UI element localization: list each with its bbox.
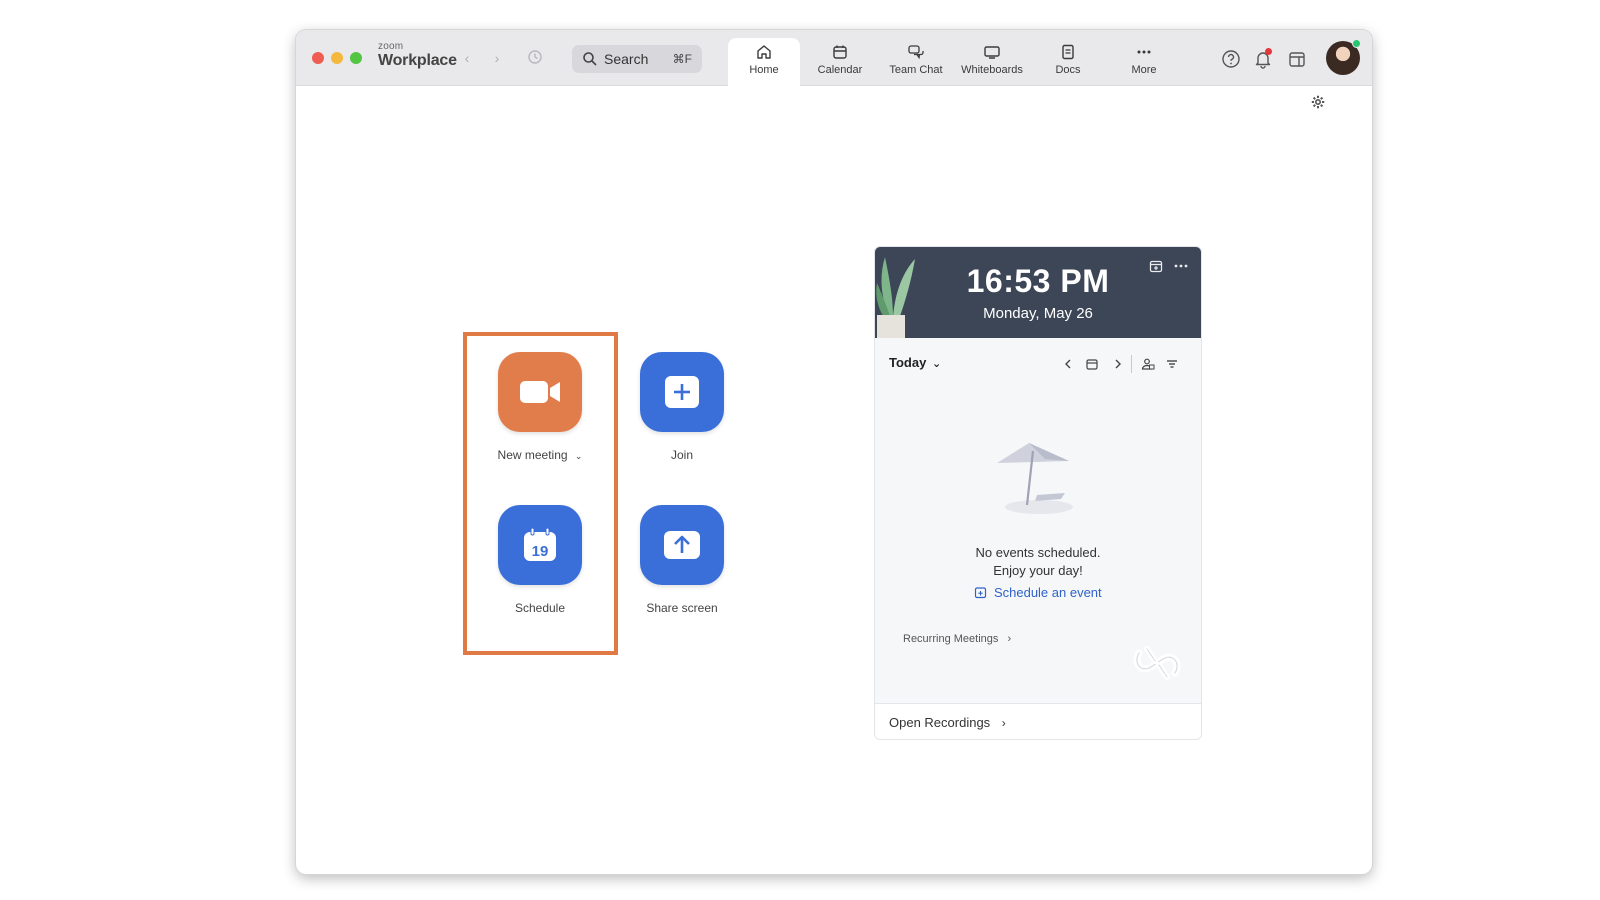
presence-status-dot xyxy=(1352,39,1361,48)
tab-docs[interactable]: Docs xyxy=(1032,38,1104,86)
chevron-left-icon[interactable] xyxy=(1061,357,1075,371)
clock-header: 16:53 PM Monday, May 26 xyxy=(875,247,1201,338)
join-button[interactable] xyxy=(640,352,724,432)
tab-home[interactable]: Home xyxy=(728,38,800,87)
calendar-panel-icon[interactable] xyxy=(1286,48,1308,70)
history-icon[interactable] xyxy=(526,49,544,67)
tab-more[interactable]: More xyxy=(1108,38,1180,86)
open-recordings-text: Open Recordings xyxy=(889,715,991,730)
tab-calendar[interactable]: Calendar xyxy=(804,38,876,86)
no-events-text: No events scheduled. xyxy=(975,545,1101,560)
help-icon[interactable] xyxy=(1220,48,1242,70)
tab-whiteboards[interactable]: Whiteboards xyxy=(956,38,1028,86)
schedule-event-text: Schedule an event xyxy=(993,585,1102,601)
open-recordings-link[interactable]: Open Recordings › xyxy=(889,715,1006,730)
chevron-right-icon: › xyxy=(1001,716,1006,730)
search-icon xyxy=(583,52,597,66)
schedule-button[interactable]: 19 xyxy=(498,505,582,585)
search-input[interactable]: Search ⌘F xyxy=(572,45,702,73)
share-screen-action[interactable]: Share screen xyxy=(622,505,742,615)
video-camera-icon xyxy=(520,381,560,403)
toolbar-divider xyxy=(1131,355,1132,373)
clock-date: Monday, May 26 xyxy=(983,305,1093,322)
plus-icon xyxy=(665,376,699,408)
schedule-action[interactable]: 19 Schedule xyxy=(480,505,600,615)
schedule-label: Schedule xyxy=(514,601,566,615)
app-brand: zoom Workplace xyxy=(378,42,457,70)
recurring-meetings-link[interactable]: Recurring Meetings › xyxy=(903,633,1011,645)
title-bar: zoom Workplace ‹ › Search ⌘F Home Calend… xyxy=(296,30,1372,87)
chevron-down-icon[interactable]: ⌄ xyxy=(575,451,583,461)
join-label: Join xyxy=(670,448,693,462)
profile-avatar-button[interactable] xyxy=(1326,39,1361,75)
share-screen-label: Share screen xyxy=(646,601,718,615)
card-footer: Open Recordings › xyxy=(875,703,1201,739)
chevron-down-icon: ⌄ xyxy=(931,358,942,370)
assistant-logo-icon[interactable] xyxy=(1129,641,1185,685)
enjoy-day-text: Enjoy your day! xyxy=(993,563,1083,578)
brand-small: zoom xyxy=(378,41,404,52)
calendar-people-icon[interactable] xyxy=(1141,357,1155,371)
join-action[interactable]: Join xyxy=(622,352,742,462)
chat-icon xyxy=(908,45,924,60)
notification-badge xyxy=(1265,48,1272,55)
maximize-window-button[interactable] xyxy=(350,52,362,64)
date-picker-icon[interactable] xyxy=(1085,357,1099,371)
calendar-widget: 16:53 PM Monday, May 26 Today ⌄ No event… xyxy=(874,246,1202,740)
today-label: Today xyxy=(889,355,927,370)
schedule-day-number: 19 xyxy=(532,543,549,560)
close-window-button[interactable] xyxy=(312,52,324,64)
calendar-19-icon: 19 xyxy=(524,527,556,561)
notifications-button[interactable] xyxy=(1252,48,1274,70)
tab-label: More xyxy=(1131,64,1157,76)
recurring-meetings-text: Recurring Meetings xyxy=(903,633,999,645)
back-icon[interactable]: ‹ xyxy=(458,49,476,67)
beach-umbrella-icon xyxy=(997,443,1073,514)
tab-label: Calendar xyxy=(817,64,863,76)
schedule-event-link[interactable]: Schedule an event xyxy=(875,584,1201,600)
docs-icon xyxy=(1062,44,1074,60)
share-arrow-icon xyxy=(664,531,700,559)
today-dropdown[interactable]: Today ⌄ xyxy=(889,355,941,370)
settings-gear-icon[interactable] xyxy=(1310,94,1326,110)
forward-icon[interactable]: › xyxy=(488,49,506,67)
filter-icon[interactable] xyxy=(1165,357,1179,371)
app-window: zoom Workplace ‹ › Search ⌘F Home Calend… xyxy=(296,30,1372,874)
calendar-add-icon[interactable] xyxy=(1149,259,1163,273)
tab-label: Home xyxy=(749,64,779,76)
calendar-plus-icon xyxy=(975,587,987,599)
tab-label: Team Chat xyxy=(889,64,943,76)
new-meeting-label[interactable]: New meeting ⌄ xyxy=(480,448,600,462)
tab-team-chat[interactable]: Team Chat xyxy=(880,38,952,86)
tab-label: Docs xyxy=(1055,64,1081,76)
new-meeting-button[interactable] xyxy=(498,352,582,432)
more-icon xyxy=(1137,50,1151,54)
minimize-window-button[interactable] xyxy=(331,52,343,64)
chevron-right-icon: › xyxy=(1007,633,1012,645)
home-icon xyxy=(757,45,771,59)
calendar-toolbar: Today ⌄ xyxy=(889,355,1187,375)
new-meeting-action[interactable]: New meeting ⌄ xyxy=(480,352,600,462)
new-meeting-text: New meeting xyxy=(497,448,568,462)
chevron-right-icon[interactable] xyxy=(1111,357,1125,371)
whiteboard-icon xyxy=(984,46,1000,59)
brand-big: Workplace xyxy=(378,52,457,69)
tab-label: Whiteboards xyxy=(961,64,1023,76)
search-shortcut: ⌘F xyxy=(672,52,692,66)
more-options-icon[interactable] xyxy=(1173,259,1189,273)
calendar-icon xyxy=(833,45,847,59)
search-label: Search xyxy=(604,51,649,67)
share-screen-button[interactable] xyxy=(640,505,724,585)
